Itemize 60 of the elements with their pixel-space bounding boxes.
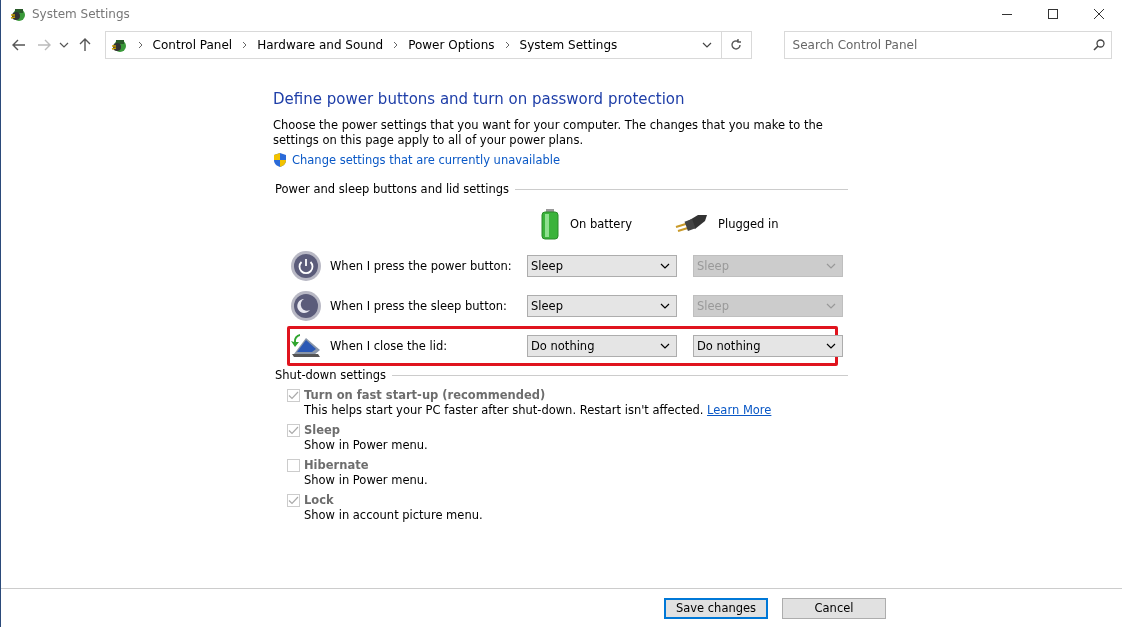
- setting-label: When I press the sleep button:: [330, 299, 508, 313]
- chevron-down-icon: [826, 343, 836, 349]
- dropdown[interactable]: Do nothing: [527, 335, 677, 357]
- option-label: Lock: [304, 493, 334, 507]
- laptop-lid-icon: [290, 332, 322, 360]
- search-icon: [1093, 39, 1105, 51]
- checkmark-icon: [288, 495, 299, 505]
- option-description: Show in Power menu.: [304, 473, 428, 487]
- moon-icon: [290, 290, 322, 322]
- chevron-down-icon: [660, 263, 670, 269]
- shield-icon: [273, 152, 287, 168]
- setting-label: When I press the power button:: [330, 259, 513, 273]
- section-title: Power and sleep buttons and lid settings: [275, 182, 510, 196]
- dropdown[interactable]: Do nothing: [693, 335, 843, 357]
- chevron-right-icon: [137, 41, 143, 49]
- save-button[interactable]: Save changes: [664, 597, 768, 619]
- chevron-down-icon: [660, 303, 670, 309]
- refresh-icon: [730, 39, 743, 51]
- power-plug-icon: [674, 213, 708, 235]
- breadcrumb-link[interactable]: Control Panel: [152, 38, 233, 52]
- chevron-down-icon: [826, 263, 836, 269]
- breadcrumb-link[interactable]: Power Options: [408, 38, 495, 52]
- option-label: Sleep: [304, 423, 341, 437]
- column-header: On battery: [570, 217, 632, 231]
- forward-arrow-icon: [36, 39, 51, 51]
- setting-label: When I close the lid:: [330, 339, 449, 353]
- window-title: System Settings: [32, 7, 130, 21]
- admin-settings-link[interactable]: Change settings that are currently unavailable: [292, 153, 561, 167]
- breadcrumb-link[interactable]: Hardware and Sound: [257, 38, 384, 52]
- chevron-down-icon: [826, 303, 836, 309]
- option-description: This helps start your PC faster after shut-down. Restart isn't affected.: [304, 403, 704, 417]
- chevron-down-icon: [701, 42, 712, 48]
- power-icon: [290, 250, 322, 282]
- cancel-button[interactable]: Cancel: [782, 597, 886, 619]
- up-arrow-icon: [79, 38, 91, 52]
- battery-icon: [540, 208, 560, 240]
- option-description: Show in account picture menu.: [304, 508, 483, 522]
- chevron-down-icon: [59, 42, 70, 48]
- maximize-icon: [1048, 9, 1058, 19]
- option-description: Show in Power menu.: [304, 438, 428, 452]
- chevron-right-icon: [242, 41, 248, 49]
- search-field[interactable]: Search Control Panel: [783, 31, 1112, 59]
- checkmark-icon: [288, 390, 299, 400]
- close-icon: [1094, 9, 1104, 19]
- checkmark-icon: [288, 425, 299, 435]
- address-bar[interactable]: Control Panel Hardware and Sound Power Options System Settings: [104, 31, 752, 59]
- chevron-right-icon: [393, 41, 399, 49]
- chevron-down-icon: [660, 343, 670, 349]
- option-label: Turn on fast start-up (recommended): [304, 388, 546, 402]
- page-heading: Define power buttons and turn on password protection: [273, 90, 686, 108]
- breadcrumb-link[interactable]: System Settings: [519, 38, 618, 52]
- column-header: Plugged in: [718, 217, 779, 231]
- dropdown[interactable]: Sleep: [527, 295, 677, 317]
- chevron-right-icon: [504, 41, 510, 49]
- intro-text: Choose the power settings that you want for your computer. The changes that you make to the settings on this page apply to all of your power plans.: [273, 118, 824, 148]
- minimize-icon: [1002, 13, 1012, 15]
- section-title: Shut-down settings: [275, 368, 387, 382]
- option-label: Hibernate: [304, 458, 369, 472]
- back-arrow-icon: [11, 39, 26, 51]
- dropdown[interactable]: Sleep: [527, 255, 677, 277]
